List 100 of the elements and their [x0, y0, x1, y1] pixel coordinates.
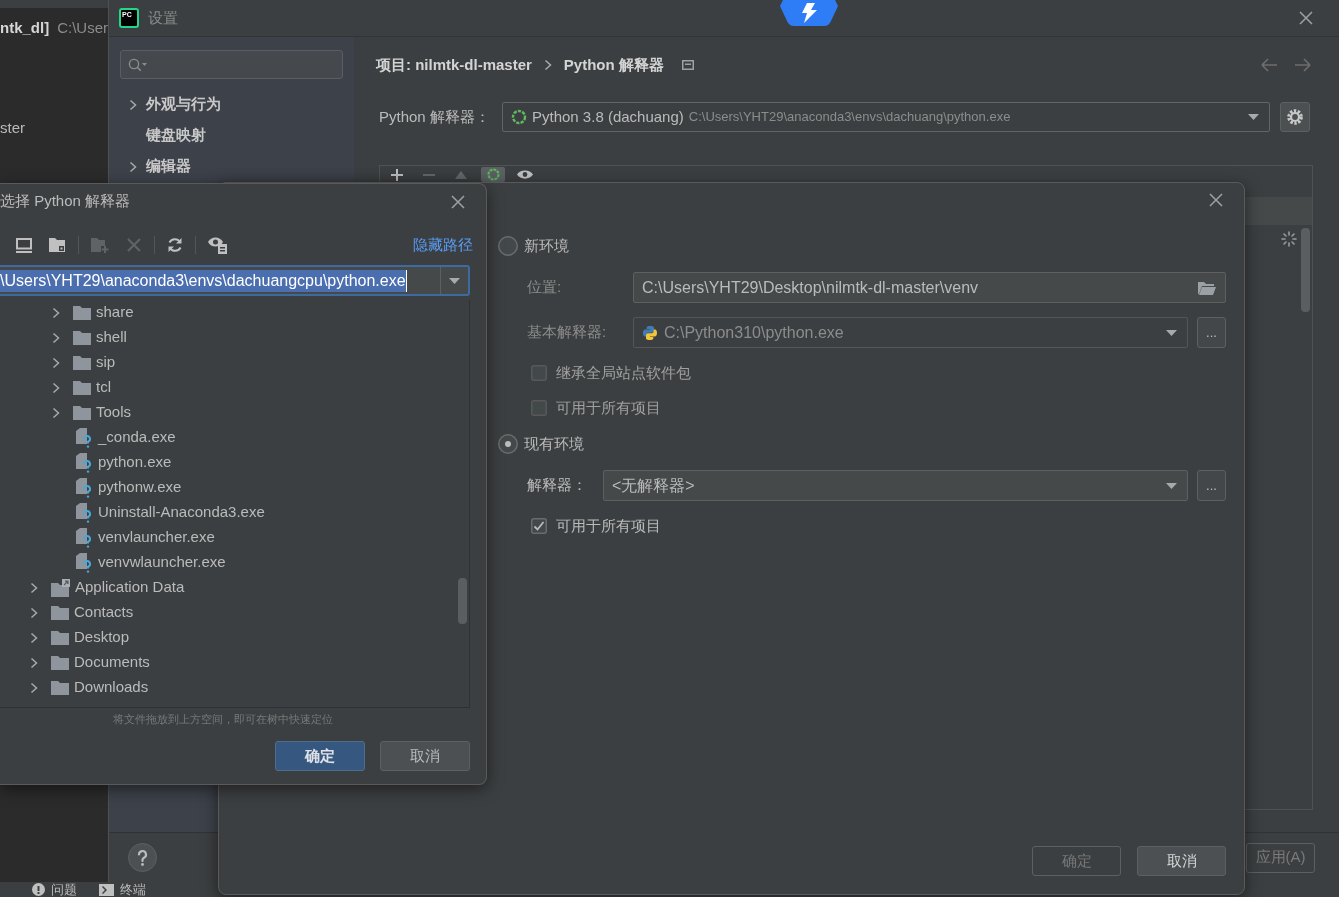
project-path: C:\User	[57, 17, 108, 38]
field-label: 位置:	[527, 277, 563, 298]
eye-document-icon[interactable]	[208, 236, 227, 254]
window-title: 设置	[148, 7, 178, 28]
chevron-right-icon[interactable]	[30, 606, 38, 619]
search-icon	[128, 57, 148, 72]
field-label: 解释器：	[527, 475, 588, 496]
tree-item[interactable]: Application Data	[0, 575, 469, 600]
breadcrumb-item[interactable]: Python 解释器	[563, 53, 664, 77]
monitor-icon[interactable]	[16, 237, 32, 253]
chevron-right-icon[interactable]	[30, 681, 38, 694]
terminal-icon	[99, 883, 114, 896]
dropdown-caret-icon[interactable]	[1248, 114, 1259, 120]
folder-icon[interactable]	[49, 237, 66, 253]
sidebar-item[interactable]: 外观与行为	[120, 89, 343, 120]
project-name: ntk_dl]	[0, 17, 50, 38]
tree-item[interactable]: Documents	[0, 650, 469, 675]
tree-item[interactable]: venvwlauncher.exe	[0, 550, 469, 575]
folder-shortcut-icon	[51, 578, 70, 597]
chevron-right-icon[interactable]	[52, 381, 60, 394]
chevron-right-icon[interactable]	[52, 331, 60, 344]
interpreter-path: C:\Users\YHT29\anaconda3\envs\dachuang\python.exe	[688, 108, 1011, 127]
settings-button[interactable]	[1280, 102, 1310, 132]
dropdown-caret-icon[interactable]	[1166, 482, 1177, 489]
radio-button[interactable]	[498, 434, 518, 454]
interpreter-name: Python 3.8 (dachuang)	[532, 106, 684, 127]
window-icon[interactable]	[681, 60, 694, 70]
chevron-right-icon	[543, 59, 552, 71]
interpreter-dropdown[interactable]: Python 3.8 (dachuang) C:\Users\YHT29\anaconda3\envs\dachuang\python.exe	[502, 102, 1270, 132]
loading-ring-icon	[486, 168, 500, 181]
dialog-button[interactable]: 确定	[275, 741, 365, 771]
scrollbar-thumb[interactable]	[1301, 228, 1310, 312]
lightning-badge-icon	[779, 0, 839, 27]
tree-item[interactable]: shell	[0, 325, 469, 350]
close-icon[interactable]	[1209, 193, 1223, 207]
chevron-right-icon[interactable]	[129, 98, 137, 111]
toolbar-button[interactable]	[481, 167, 505, 182]
tree-item[interactable]: venvlauncher.exe	[0, 525, 469, 550]
tree-item[interactable]: share	[0, 300, 469, 325]
radio-option[interactable]: 现有环境	[498, 432, 584, 456]
folder-icon	[73, 330, 91, 345]
tree-item[interactable]: pythonw.exe	[0, 475, 469, 500]
checkbox[interactable]	[531, 365, 547, 381]
chevron-right-icon[interactable]	[30, 656, 38, 669]
tree-item[interactable]: sip	[0, 350, 469, 375]
breadcrumb-item[interactable]: 项目: nilmtk-dl-master	[376, 53, 532, 77]
dialog-button[interactable]: 取消	[380, 741, 470, 771]
project-tree-item: ster	[0, 117, 25, 138]
search-field[interactable]	[120, 50, 343, 79]
field-label: Python 解释器：	[379, 106, 491, 127]
tree-item[interactable]: python.exe	[0, 450, 469, 475]
sidebar-item[interactable]: 键盘映射	[120, 120, 343, 151]
plus-icon	[391, 168, 403, 181]
chevron-right-icon[interactable]	[52, 306, 60, 319]
tree-item[interactable]: Contacts	[0, 600, 469, 625]
checkbox[interactable]	[531, 518, 547, 534]
scrollbar-thumb[interactable]	[458, 578, 467, 624]
exclamation-icon	[32, 883, 45, 896]
folder-icon	[73, 355, 91, 370]
tree-item[interactable]: Uninstall-Anaconda3.exe	[0, 500, 469, 525]
tree-item[interactable]: _conda.exe	[0, 425, 469, 450]
close-icon[interactable]	[451, 194, 465, 209]
triangle-up-icon	[455, 170, 467, 179]
refresh-icon[interactable]	[167, 237, 183, 253]
folder-icon[interactable]	[1198, 280, 1216, 295]
dropdown-field[interactable]: <无解释器>	[603, 470, 1188, 501]
close-icon[interactable]	[1299, 11, 1313, 25]
chevron-right-icon[interactable]	[52, 356, 60, 369]
tree-item[interactable]: Downloads	[0, 675, 469, 700]
checkbox[interactable]	[531, 400, 547, 416]
browse-button[interactable]: ...	[1197, 470, 1226, 501]
path-text: \Users\YHT29\anaconda3\envs\dachuangcpu\python.exe	[0, 269, 407, 292]
hide-path-link[interactable]: 隐藏路径	[413, 233, 473, 257]
field-label: 基本解释器:	[527, 322, 608, 343]
tool-window-tab[interactable]: 问题	[32, 882, 77, 897]
tree-item[interactable]: Tools	[0, 400, 469, 425]
path-field[interactable]: C:\Users\YHT29\Desktop\nilmtk-dl-master\venv	[633, 272, 1226, 303]
chevron-right-icon[interactable]	[30, 581, 38, 594]
dialog-title: 选择 Python 解释器	[0, 191, 131, 212]
help-icon[interactable]	[128, 843, 157, 872]
chevron-right-icon[interactable]	[129, 160, 137, 173]
unknown-file-icon	[75, 427, 93, 448]
sidebar-item[interactable]: 编辑器	[120, 151, 343, 182]
loading-spinner-icon	[1281, 231, 1297, 247]
radio-button[interactable]	[498, 236, 518, 256]
eye-icon	[517, 169, 533, 180]
dropdown-caret-icon[interactable]	[449, 277, 460, 284]
chevron-right-icon[interactable]	[52, 406, 60, 419]
tree-item[interactable]: tcl	[0, 375, 469, 400]
checkbox-option[interactable]: 可用于所有项目	[531, 398, 661, 418]
checkbox-option[interactable]: 可用于所有项目	[531, 516, 661, 536]
dialog-button[interactable]: 取消	[1137, 846, 1226, 876]
checkbox-option[interactable]: 继承全局站点软件包	[531, 363, 691, 383]
chevron-right-icon[interactable]	[30, 631, 38, 644]
radio-option[interactable]: 新环境	[498, 234, 569, 258]
tree-item[interactable]: Desktop	[0, 625, 469, 650]
unknown-file-icon	[75, 477, 93, 498]
unknown-file-icon	[75, 452, 93, 473]
path-field[interactable]: \Users\YHT29\anaconda3\envs\dachuangcpu\python.exe	[0, 265, 470, 296]
tool-window-tab[interactable]: 终端	[99, 882, 146, 897]
